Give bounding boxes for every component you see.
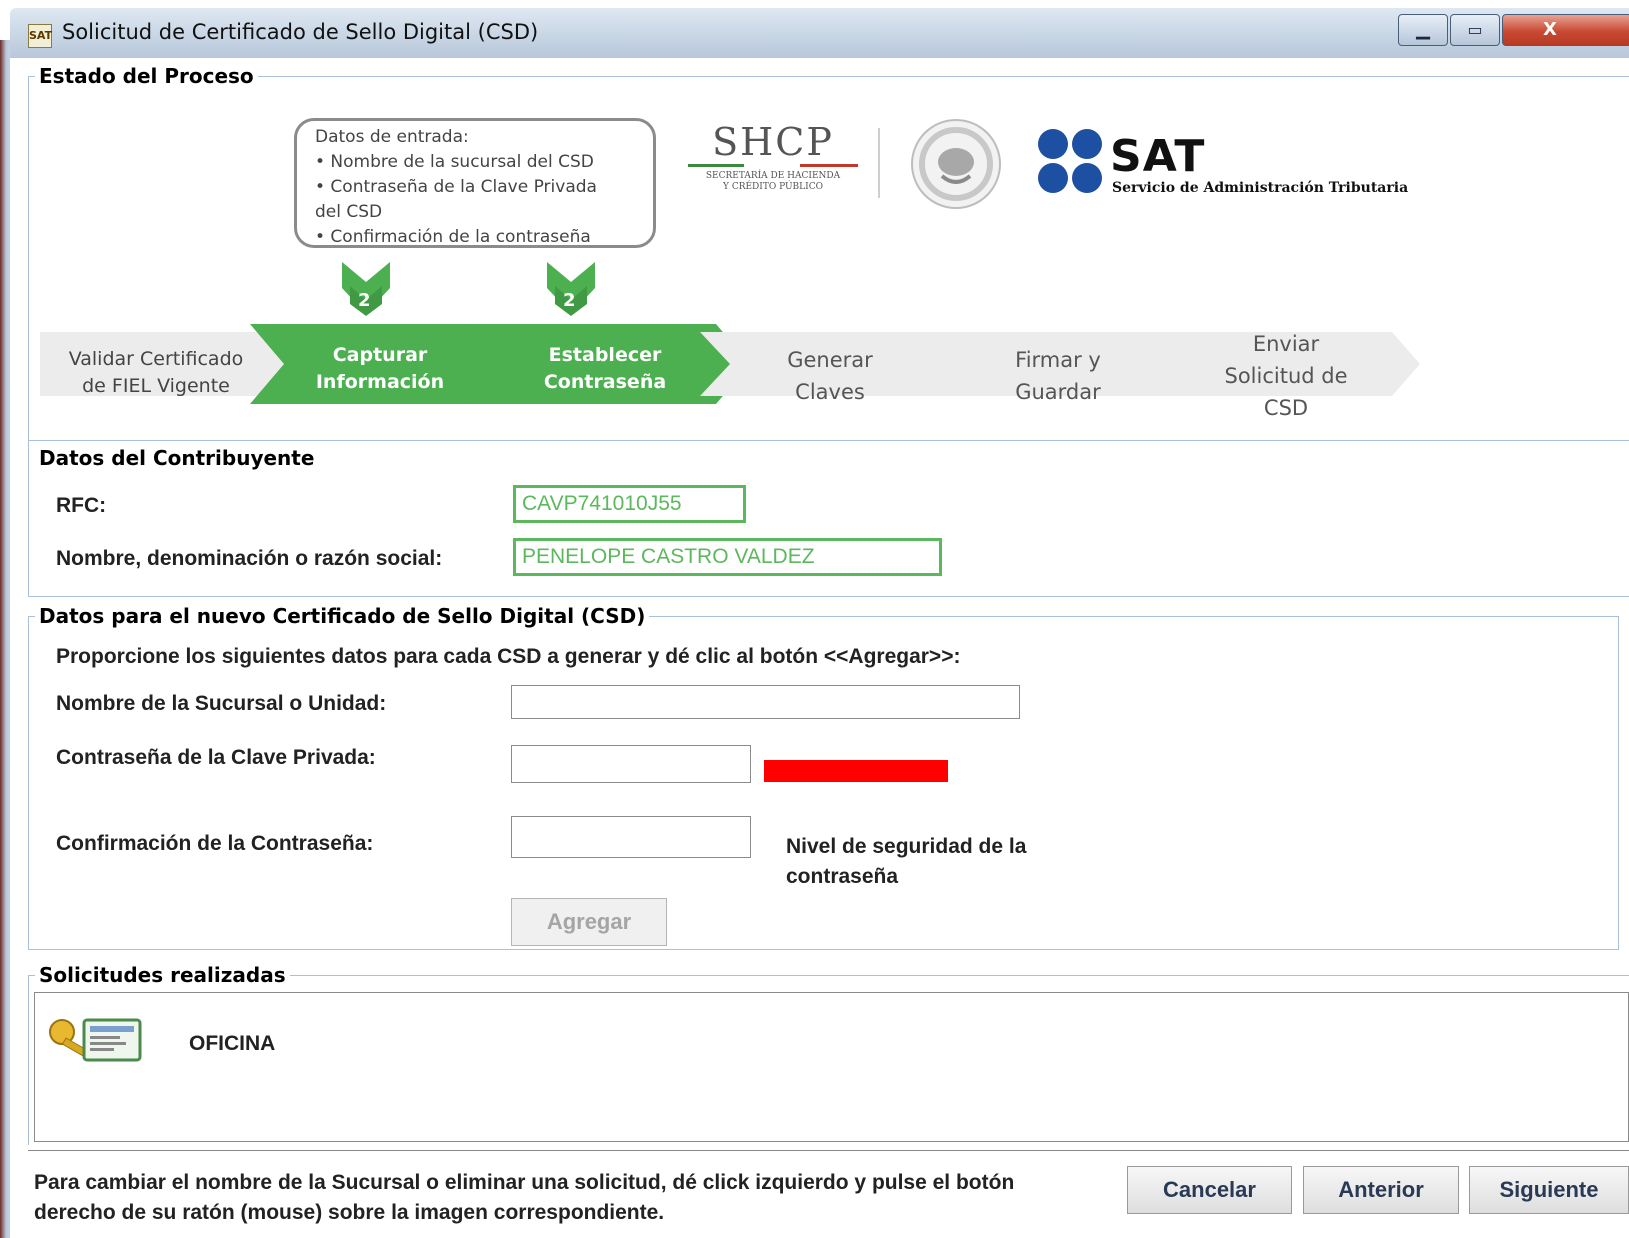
confirm-label: Confirmación de la Contraseña: [56,832,374,855]
shcp-logo-title: SHCP [712,120,834,164]
step-validar-fiel: Validar Certificado de FIEL Vigente [56,346,256,400]
step-label: Validar Certificado [68,348,244,370]
process-group-top-border [28,76,1629,77]
name-label: Nombre, denominación o razón social: [56,547,443,570]
close-button[interactable]: X [1502,14,1629,46]
window-title: Solicitud de Certificado de Sello Digita… [62,20,539,44]
requests-section-title: Solicitudes realizadas [35,963,290,987]
sat-logo-dots-icon [1038,129,1102,193]
branch-label: Nombre de la Sucursal o Unidad: [56,692,387,715]
step-enviar-solicitud: Enviar Solicitud de CSD [1196,328,1376,424]
close-icon: X [1543,19,1557,40]
cancel-button[interactable]: Cancelar [1127,1166,1292,1214]
private-key-password-input[interactable] [511,745,751,783]
strength-label-line: contraseña [786,865,899,888]
previous-button[interactable]: Anterior [1303,1166,1459,1214]
confirm-password-input[interactable] [511,816,751,858]
taxpayer-group-left-border [28,440,29,596]
footer-hint-line: Para cambiar el nombre de la Sucursal o … [34,1171,1015,1194]
note-item: • Confirmación de la contraseña [315,227,591,247]
step-label: Claves [795,380,865,404]
step-label: Firmar y [1015,348,1101,372]
title-bar[interactable]: SAT Solicitud de Certificado de Sello Di… [10,8,1629,58]
name-field: PENELOPE CASTRO VALDEZ [513,538,942,576]
note-item: • Contraseña de la Clave Privada [315,177,597,197]
step-label: Solicitud de [1224,364,1348,388]
shcp-logo-rule [688,164,858,167]
certificate-key-icon[interactable] [46,1012,146,1078]
footer-hint: Para cambiar el nombre de la Sucursal o … [34,1168,1014,1228]
window-left-edge [0,40,10,1238]
step-label: Guardar [1015,380,1101,404]
shcp-logo-line1: SECRETARÍA DE HACIENDA [705,171,841,181]
step-label: Contraseña [543,371,667,393]
requests-group-left-border [28,975,29,1145]
app-icon: SAT [28,24,52,48]
step-establecer-contrasena: Establecer Contraseña [515,342,695,396]
step-marker-number: 2 [358,290,371,311]
note-heading: Datos de entrada: [315,127,469,147]
step-marker-number: 2 [563,290,576,311]
password-strength-label: Nivel de seguridad de la contraseña [786,832,1026,892]
logo-divider [878,128,880,198]
taxpayer-group-bottom-border [28,596,1629,597]
step-label: Información [315,371,445,393]
step-label: CSD [1263,396,1309,420]
request-item-label[interactable]: OFICINA [189,1032,275,1056]
add-button[interactable]: Agregar [511,898,667,946]
input-data-note: Datos de entrada: • Nombre de la sucursa… [294,118,656,248]
rfc-field: CAVP741010J55 [513,485,746,523]
csd-section-title: Datos para el nuevo Certificado de Sello… [35,604,650,628]
sat-logo-title: SAT [1110,131,1206,182]
footer-hint-line: derecho de su ratón (mouse) sobre la ima… [34,1201,665,1224]
requests-list [34,992,1629,1142]
step-capturar-informacion: Capturar Información [290,342,470,396]
sat-logo-subtitle: Servicio de Administración Tributaria [1112,180,1409,196]
step-label: Establecer [548,344,662,366]
shcp-logo-line2: Y CRÉDITO PÚBLICO [723,182,823,192]
step-label: Capturar [332,344,428,366]
step-label: de FIEL Vigente [82,375,230,397]
step-firmar-guardar: Firmar y Guardar [968,344,1148,408]
rfc-label: RFC: [56,494,107,517]
footer-divider [28,1150,1629,1151]
process-section-title: Estado del Proceso [35,64,258,88]
branch-name-input[interactable] [511,685,1020,719]
step-label: Enviar [1252,332,1320,356]
step-label: Generar [787,348,873,372]
minimize-icon: ▁ [1416,19,1430,40]
note-item: • Nombre de la sucursal del CSD [315,152,594,172]
csd-instructions: Proporcione los siguientes datos para ca… [56,645,961,668]
maximize-icon: ▭ [1467,20,1483,39]
step-generar-claves: Generar Claves [740,344,920,408]
taxpayer-section-title: Datos del Contribuyente [35,446,319,470]
maximize-button[interactable]: ▭ [1450,14,1500,46]
password-strength-bar [764,760,948,782]
next-button[interactable]: Siguiente [1469,1166,1629,1214]
process-group-left-border [28,76,29,440]
strength-label-line: Nivel de seguridad de la [786,835,1027,858]
mexican-coat-of-arms-icon [911,119,1001,209]
note-item: del CSD [315,202,383,222]
shcp-logo: SHCP SECRETARÍA DE HACIENDA Y CRÉDITO PÚ… [688,122,858,193]
taxpayer-group-top-border [28,440,1629,441]
minimize-button[interactable]: ▁ [1398,14,1448,46]
password-label: Contraseña de la Clave Privada: [56,746,376,769]
